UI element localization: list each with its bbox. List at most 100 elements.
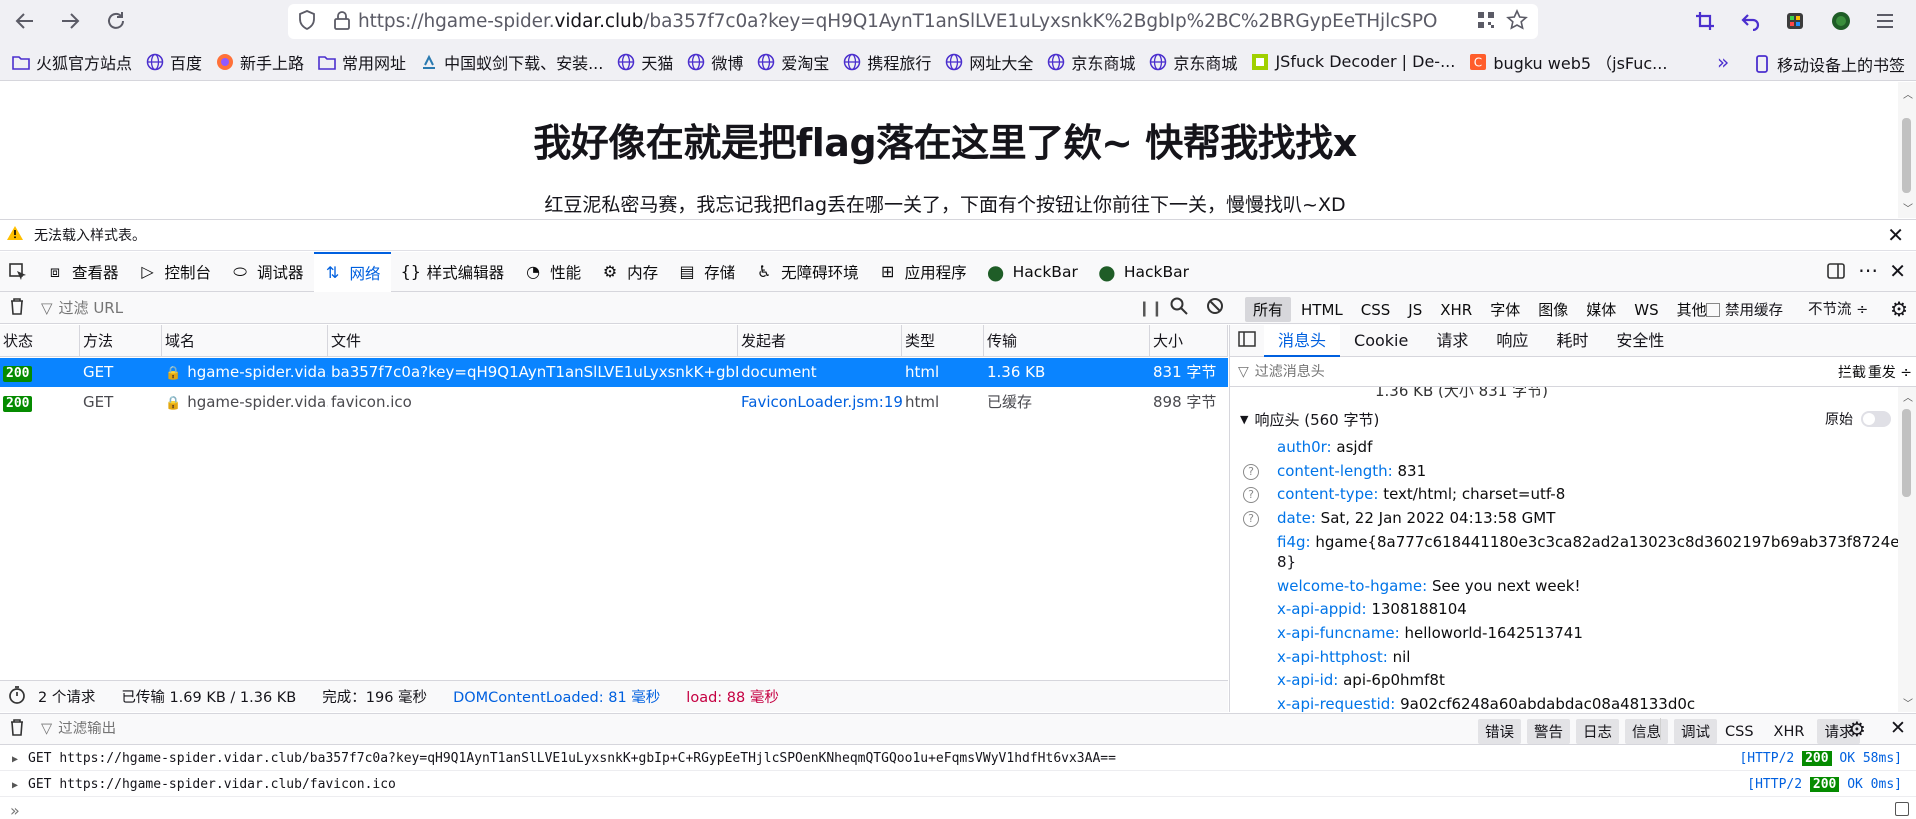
expand-arrow-icon[interactable]: ▶: [12, 754, 18, 765]
filter-type-button[interactable]: 字体: [1482, 297, 1528, 322]
address-bar[interactable]: https://hgame-spider.vidar.club/ba357f7c…: [288, 4, 1538, 39]
qr-code-icon[interactable]: [1476, 10, 1496, 34]
column-header[interactable]: 类型: [902, 325, 984, 357]
request-row[interactable]: 200 GET 🔒 hgame-spider.vida... ba357f7c0a?ke…: [0, 358, 1228, 387]
more-bookmarks-chevron-icon[interactable]: »: [1717, 50, 1729, 74]
bookmark-item[interactable]: 火狐官方站点: [12, 50, 132, 74]
console-level-button[interactable]: 警告: [1527, 719, 1570, 744]
column-header[interactable]: 传输: [984, 325, 1150, 357]
column-header[interactable]: 文件: [328, 325, 738, 357]
raw-toggle[interactable]: 原始: [1825, 409, 1891, 429]
devtools-tab[interactable]: ⊞ 应用程序: [869, 252, 977, 292]
column-header[interactable]: 发起者: [738, 325, 902, 357]
column-header[interactable]: 域名: [162, 325, 328, 357]
details-scrollbar[interactable]: ︿ ﹀: [1898, 387, 1916, 712]
filter-type-button[interactable]: JS: [1400, 299, 1430, 321]
devtools-tab[interactable]: ● HackBar: [1088, 252, 1199, 292]
details-tab[interactable]: 消息头: [1264, 324, 1341, 357]
filter-url-input[interactable]: [58, 298, 1119, 317]
devtools-tab[interactable]: ▤ 存储: [668, 252, 745, 292]
split-console-icon[interactable]: [1895, 802, 1909, 816]
lock-icon[interactable]: [332, 9, 352, 35]
console-line-status[interactable]: [HTTP/2 200 OK 0ms]: [1747, 772, 1902, 797]
hackbar-extension-icon[interactable]: [1826, 6, 1856, 36]
screenshot-crop-icon[interactable]: [1690, 6, 1720, 36]
devtools-tab[interactable]: ⬭ 调试器: [221, 252, 314, 292]
column-header[interactable]: 大小: [1150, 325, 1228, 357]
column-header[interactable]: 方法: [80, 325, 162, 357]
page-scrollbar[interactable]: ︿ ﹀: [1898, 82, 1916, 218]
bookmark-item[interactable]: 爱淘宝: [757, 50, 829, 74]
mobile-bookmarks-folder[interactable]: 移动设备上的书签: [1753, 52, 1905, 76]
block-icon[interactable]: [1206, 297, 1224, 319]
search-icon[interactable]: [1170, 297, 1188, 319]
column-header[interactable]: 状态: [0, 325, 80, 357]
element-picker-icon[interactable]: [0, 252, 36, 292]
trash-icon[interactable]: [9, 297, 25, 319]
filter-type-button[interactable]: 所有: [1245, 297, 1292, 322]
help-icon[interactable]: ?: [1243, 487, 1259, 504]
devtools-tab[interactable]: ⚙ 内存: [591, 252, 668, 292]
devtools-tab[interactable]: {} 样式编辑器: [391, 252, 515, 292]
console-level-button[interactable]: 调试: [1674, 719, 1717, 744]
devtools-tab[interactable]: ⇅ 网络: [313, 251, 391, 292]
details-tab[interactable]: 耗时: [1542, 325, 1602, 357]
details-tab[interactable]: 请求: [1422, 325, 1482, 357]
console-level-button[interactable]: 错误: [1478, 719, 1521, 744]
bookmark-star-icon[interactable]: [1506, 8, 1528, 35]
shield-icon[interactable]: [296, 9, 318, 35]
gear-icon[interactable]: ⚙: [1890, 297, 1908, 321]
console-type-button[interactable]: XHR: [1767, 722, 1812, 742]
details-tab[interactable]: Cookie: [1340, 325, 1422, 357]
header-row[interactable]: content-length: 831: [1277, 462, 1426, 480]
header-row[interactable]: content-type: text/html; charset=utf-8: [1277, 485, 1565, 503]
throttle-dropdown[interactable]: 不节流 ÷: [1808, 298, 1868, 319]
url-text[interactable]: https://hgame-spider.vidar.club/ba357f7c…: [358, 11, 1438, 32]
filter-type-button[interactable]: 媒体: [1578, 297, 1624, 322]
console-filter-input[interactable]: [58, 721, 659, 737]
console-settings-gear-icon[interactable]: ⚙: [1848, 717, 1866, 741]
response-headers-toggle[interactable]: ▼ 响应头 (560 字节): [1240, 409, 1379, 430]
bookmark-item[interactable]: 百度: [146, 50, 202, 74]
more-options-icon[interactable]: ⋯: [1858, 258, 1878, 282]
extension-grid-icon[interactable]: [1780, 6, 1810, 36]
close-devtools-icon[interactable]: ✕: [1889, 259, 1906, 283]
devtools-tab[interactable]: ⧈ 查看器: [36, 252, 129, 292]
header-row[interactable]: x-api-httphost: nil: [1277, 648, 1410, 666]
filter-headers-input[interactable]: [1254, 363, 1775, 380]
forward-arrow-icon[interactable]: [53, 4, 87, 38]
console-line[interactable]: ▶ GET https://hgame-spider.vidar.club/ba3…: [0, 746, 1916, 771]
dock-side-icon[interactable]: [1826, 261, 1846, 285]
filter-type-button[interactable]: CSS: [1353, 299, 1399, 321]
header-row[interactable]: fi4g: hgame{8a777c618441180e3c3ca82ad2a1…: [1277, 533, 1899, 551]
reload-icon[interactable]: [99, 4, 133, 38]
toggle-sidebar-icon[interactable]: [1238, 330, 1256, 351]
header-row[interactable]: date: Sat, 22 Jan 2022 04:13:58 GMT: [1277, 509, 1555, 527]
clear-console-icon[interactable]: [9, 718, 25, 740]
close-console-icon[interactable]: ✕: [1890, 717, 1906, 739]
console-type-button[interactable]: CSS: [1718, 722, 1761, 742]
bookmark-item[interactable]: 新手上路: [216, 50, 304, 74]
console-level-button[interactable]: 日志: [1576, 719, 1619, 744]
devtools-tab[interactable]: ◔ 性能: [514, 252, 591, 292]
request-row[interactable]: 200 GET 🔒 hgame-spider.vida... favicon.ico Fa…: [0, 388, 1228, 417]
bookmark-item[interactable]: 京东商城: [1047, 50, 1135, 74]
filter-type-button[interactable]: HTML: [1293, 299, 1351, 321]
console-line-status[interactable]: [HTTP/2 200 OK 58ms]: [1739, 746, 1902, 771]
devtools-tab[interactable]: ▷ 控制台: [129, 252, 222, 292]
disable-cache-checkbox[interactable]: 禁用缓存: [1706, 299, 1783, 320]
help-icon[interactable]: ?: [1243, 511, 1259, 528]
bookmark-item[interactable]: Cbugku web5 （jsFuc...: [1469, 50, 1667, 74]
details-tab[interactable]: 响应: [1482, 325, 1542, 357]
close-warning-icon[interactable]: ✕: [1887, 223, 1904, 247]
expand-arrow-icon[interactable]: ▶: [12, 780, 18, 791]
filter-type-button[interactable]: XHR: [1432, 299, 1480, 321]
header-row[interactable]: x-api-id: api-6p0hmf8t: [1277, 671, 1445, 689]
header-row[interactable]: x-api-requestid: 9a02cf6248a60abdabdac08…: [1277, 695, 1695, 712]
menu-hamburger-icon[interactable]: [1870, 6, 1900, 36]
header-row[interactable]: welcome-to-hgame: See you next week!: [1277, 577, 1581, 595]
bookmark-item[interactable]: 天猫: [617, 50, 673, 74]
header-row[interactable]: auth0r: asjdf: [1277, 438, 1372, 456]
stopwatch-icon[interactable]: [8, 685, 26, 708]
header-row[interactable]: x-api-funcname: helloworld-1642513741: [1277, 624, 1583, 642]
